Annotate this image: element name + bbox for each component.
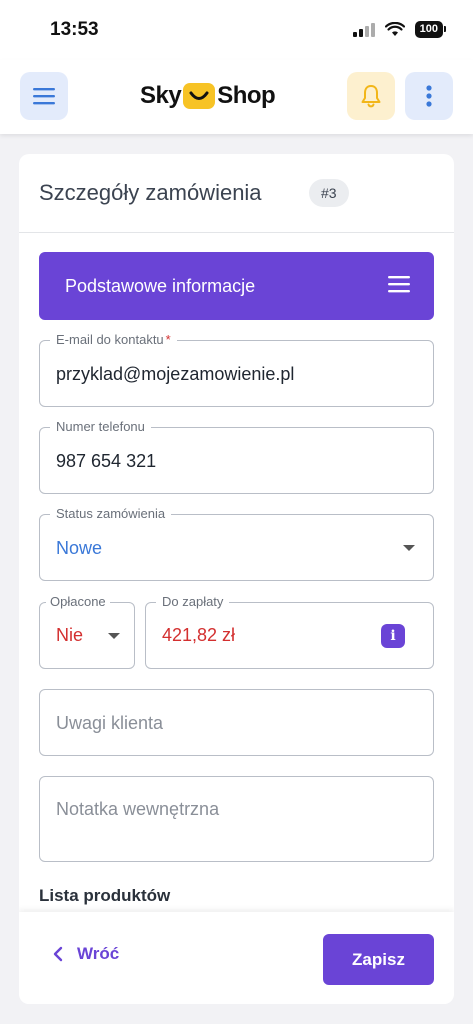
dropdown-caret-icon: [403, 545, 415, 551]
basic-info-section-header[interactable]: Podstawowe informacje: [39, 252, 434, 320]
menu-button[interactable]: [20, 72, 68, 120]
more-options-button[interactable]: [405, 72, 453, 120]
wifi-icon: [384, 22, 405, 36]
info-icon[interactable]: i: [381, 624, 405, 648]
customer-notes-placeholder: Uwagi klienta: [56, 713, 164, 733]
more-vertical-icon: [426, 85, 432, 107]
order-details-card: Szczegóły zamówienia #3 Podstawowe infor…: [19, 154, 454, 1004]
status-icons: 100: [352, 21, 447, 38]
back-button[interactable]: Wróć: [53, 944, 119, 964]
email-field[interactable]: E-mail do kontaktu * przyklad@mojezamowie…: [39, 332, 434, 407]
dropdown-caret-icon: [108, 633, 120, 639]
email-value: przyklad@mojezamowienie.pl: [56, 364, 295, 384]
paid-label: Opłacone: [46, 594, 110, 610]
status-value: Nowe: [56, 538, 103, 558]
section-title: Podstawowe informacje: [65, 276, 256, 296]
chevron-left-icon: [53, 946, 63, 962]
paid-value: Nie: [56, 625, 84, 645]
phone-label: Numer telefonu: [50, 419, 151, 435]
logo-text-right: Shop: [217, 82, 276, 109]
status-time: 13:53: [50, 19, 99, 40]
page-title: Szczegóły zamówienia: [39, 180, 262, 205]
products-list-heading: Lista produktów: [39, 886, 171, 905]
internal-note-placeholder: Notatka wewnętrzna: [56, 799, 220, 819]
app-header: Sky Shop: [0, 60, 473, 134]
cellular-signal-icon: [352, 22, 375, 37]
skyshop-logo: Sky Shop: [140, 82, 276, 110]
battery-indicator: 100: [414, 21, 447, 38]
section-menu-icon[interactable]: [388, 275, 410, 293]
amount-due-field[interactable]: Do zapłaty 421,82 zł i: [145, 594, 434, 669]
divider: [19, 232, 454, 233]
required-mark: *: [165, 332, 171, 347]
bell-icon: [361, 85, 381, 108]
status-bar: 13:53 100: [0, 0, 473, 60]
hamburger-icon: [33, 88, 55, 105]
amount-due-value: 421,82 zł: [162, 625, 236, 645]
save-button[interactable]: Zapisz: [323, 934, 434, 985]
notifications-button[interactable]: [347, 72, 395, 120]
order-number-badge: #3: [309, 179, 349, 207]
customer-notes-field[interactable]: Uwagi klienta: [39, 689, 434, 756]
internal-note-field[interactable]: Notatka wewnętrzna: [39, 776, 434, 862]
status-label: Status zamówienia: [50, 506, 172, 522]
paid-select[interactable]: Opłacone Nie: [39, 594, 135, 669]
email-label: E-mail do kontaktu *: [50, 332, 177, 348]
logo-text-left: Sky: [140, 82, 182, 109]
order-status-select[interactable]: Status zamówienia Nowe: [39, 506, 434, 581]
back-label: Wróć: [77, 944, 120, 963]
smile-logo-icon: [183, 83, 216, 109]
phone-value: 987 654 321: [56, 451, 157, 471]
phone-field[interactable]: Numer telefonu 987 654 321: [39, 419, 434, 494]
amount-due-label: Do zapłaty: [156, 594, 230, 610]
form-footer: Wróć Zapisz: [19, 912, 454, 1004]
